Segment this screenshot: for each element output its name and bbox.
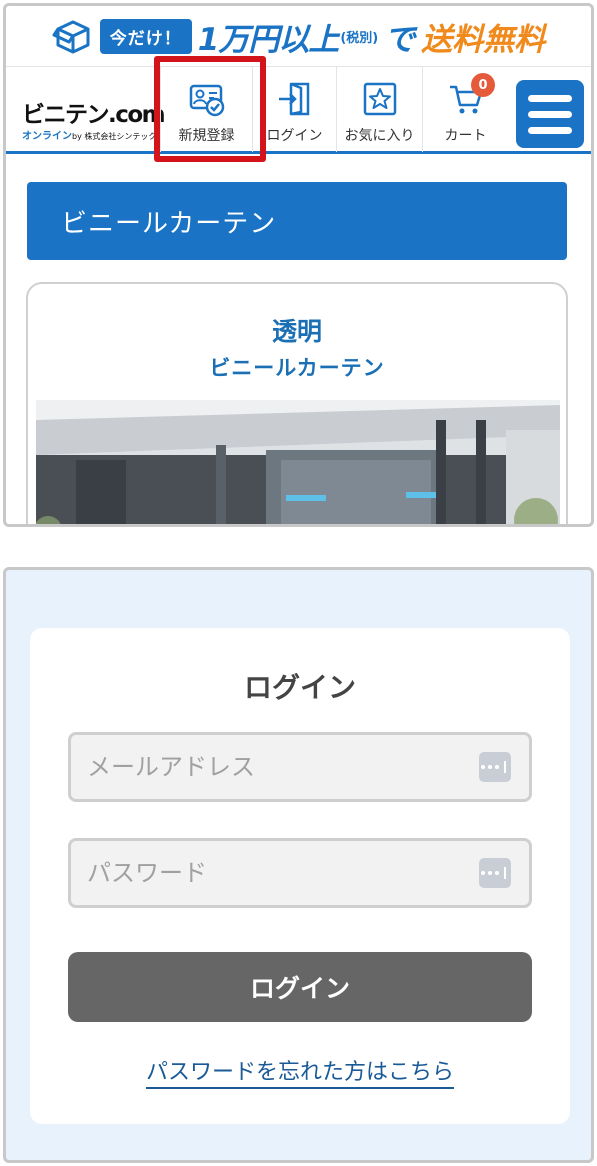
promo-tax-note: (税別) <box>340 30 379 46</box>
site-header-screenshot: 今だけ！ 1万円以上 (税別) で 送料無料 ビニテン.com オンラインby … <box>3 3 594 527</box>
nav-login-button[interactable]: ログイン <box>252 67 336 152</box>
logo-by: by 株式会社シンテック <box>72 132 157 141</box>
nav-signup-button[interactable]: 新規登録 <box>160 67 252 152</box>
promo-amount: 1万円以上 <box>197 21 340 58</box>
login-screenshot: ログイン ログイン パスワードを忘れた方はこちら <box>3 567 594 1163</box>
nav-cart-button[interactable]: 0 カート <box>422 67 508 152</box>
promo-particle: で <box>384 21 416 58</box>
email-input[interactable] <box>87 753 479 781</box>
promo-pill: 今だけ！ <box>99 18 192 54</box>
autofill-key-icon[interactable] <box>479 752 511 782</box>
member-registration-icon <box>189 84 224 117</box>
nav-cart-label: カート <box>444 128 487 144</box>
email-field[interactable] <box>68 732 532 802</box>
hamburger-line <box>528 110 572 118</box>
nav-favorites-label: お気に入り <box>344 128 415 144</box>
logo-sub-text: オンラインby 株式会社シンテック <box>22 127 156 142</box>
logo-main-text: ビニテン.com <box>22 102 166 128</box>
hamburger-line <box>528 126 572 134</box>
menu-hamburger-button[interactable] <box>516 80 584 148</box>
site-logo[interactable]: ビニテン.com オンラインby 株式会社シンテック <box>22 95 166 142</box>
forgot-password-row: パスワードを忘れた方はこちら <box>30 1054 570 1089</box>
logo-online: オンライン <box>22 131 72 142</box>
promo-banner[interactable]: 今だけ！ 1万円以上 (税別) で 送料無料 <box>6 6 591 66</box>
product-photo <box>36 400 560 524</box>
favorite-star-icon <box>363 82 396 116</box>
cart-count-badge: 0 <box>471 73 495 97</box>
nav-signup-label: 新規登録 <box>178 128 235 144</box>
login-title: ログイン <box>243 671 356 704</box>
category-banner[interactable]: ビニールカーテン <box>27 182 567 260</box>
site-header: ビニテン.com オンラインby 株式会社シンテック 新規登録 ログイン お気に… <box>6 66 591 154</box>
forgot-password-link[interactable]: パスワードを忘れた方はこちら <box>145 1060 454 1089</box>
login-button[interactable]: ログイン <box>68 952 532 1022</box>
password-field[interactable] <box>68 838 532 908</box>
nav-login-label: ログイン <box>266 128 323 144</box>
box-icon <box>52 20 90 54</box>
product-card[interactable]: 透明 ビニールカーテン <box>26 282 568 524</box>
hamburger-line <box>528 94 572 102</box>
nav-favorites-button[interactable]: お気に入り <box>336 67 422 152</box>
promo-free-shipping: 送料無料 <box>421 21 546 58</box>
autofill-key-icon[interactable] <box>479 858 511 888</box>
login-card: ログイン ログイン パスワードを忘れた方はこちら <box>30 628 570 1124</box>
password-input[interactable] <box>87 859 479 887</box>
product-title-line1: 透明 <box>271 317 322 346</box>
login-door-icon <box>278 82 309 116</box>
product-title-line2: ビニールカーテン <box>209 356 385 380</box>
